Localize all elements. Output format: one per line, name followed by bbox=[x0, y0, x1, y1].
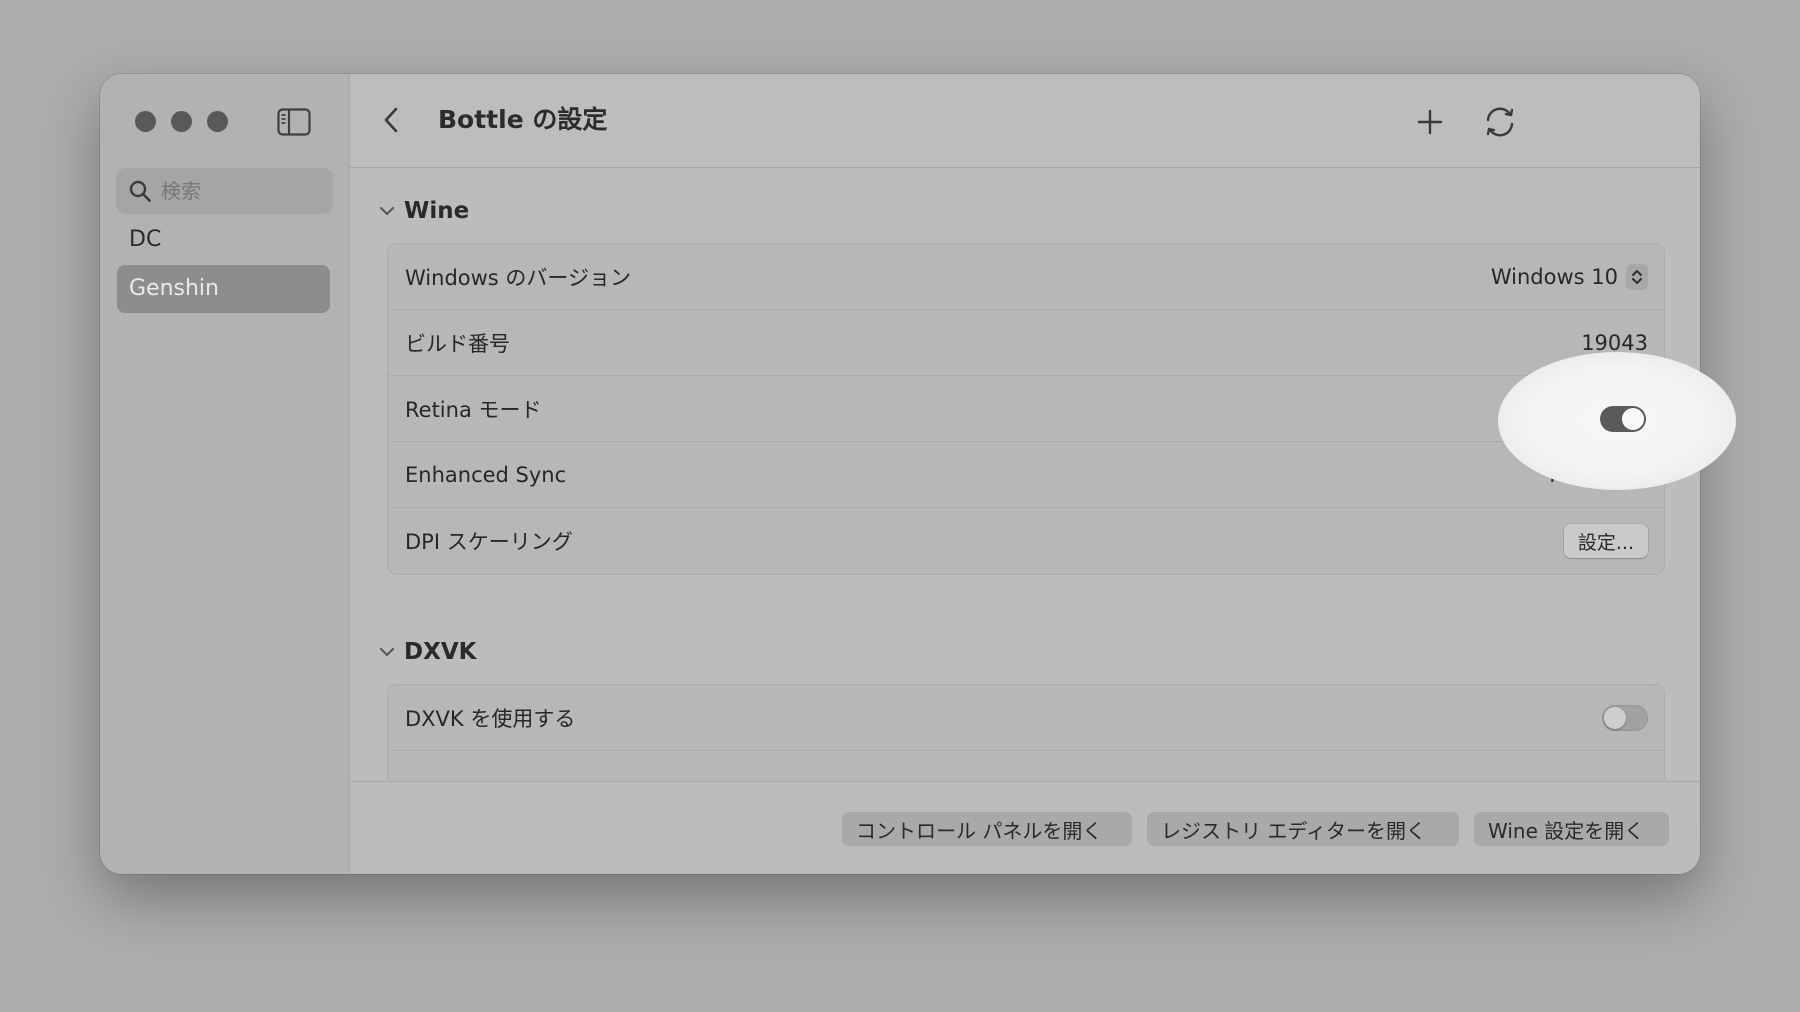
app-window: DC Genshin Bottle の設定 bbox=[100, 74, 1700, 874]
windows-version-popup[interactable]: Windows 10 bbox=[1490, 263, 1648, 290]
search-icon bbox=[125, 176, 155, 206]
enhanced-sync-popup[interactable]: MSync bbox=[1549, 461, 1648, 488]
sidebar-item-genshin[interactable]: Genshin bbox=[117, 265, 330, 313]
sidebar: DC Genshin bbox=[100, 74, 350, 874]
open-wine-config-button[interactable]: Wine 設定を開く bbox=[1474, 812, 1669, 846]
chevron-down-icon bbox=[378, 643, 396, 661]
toolbar: Bottle の設定 bbox=[350, 74, 1700, 168]
back-button[interactable] bbox=[372, 100, 412, 140]
build-number-value[interactable]: 19043 bbox=[1581, 331, 1648, 355]
dpi-scaling-row: DPI スケーリング 設定... bbox=[388, 508, 1664, 574]
zoom-window-button[interactable] bbox=[207, 111, 228, 132]
minimize-window-button[interactable] bbox=[171, 111, 192, 132]
use-dxvk-row: DXVK を使用する bbox=[388, 685, 1664, 751]
refresh-button[interactable] bbox=[1478, 100, 1522, 144]
sidebar-item-label: DC bbox=[129, 227, 162, 252]
wine-settings-group: Windows のバージョン Windows 10 ビルド番号 19043 Re… bbox=[387, 243, 1665, 575]
toggle-knob bbox=[1604, 706, 1626, 729]
enhanced-sync-label: Enhanced Sync bbox=[405, 462, 567, 487]
use-dxvk-label: DXVK を使用する bbox=[405, 706, 576, 731]
dxvk-section-title: DXVK bbox=[404, 639, 477, 665]
main-pane: Bottle の設定 Wine Windows のバージョン Windows 1… bbox=[350, 74, 1700, 874]
toggle-knob bbox=[1622, 408, 1644, 430]
sidebar-icon bbox=[277, 108, 311, 136]
build-number-row: ビルド番号 19043 bbox=[388, 310, 1664, 376]
windows-version-label: Windows のバージョン bbox=[405, 265, 631, 290]
dpi-settings-button[interactable]: 設定... bbox=[1563, 524, 1648, 558]
chevron-down-icon bbox=[378, 202, 396, 220]
window-controls bbox=[135, 111, 228, 132]
chevron-up-down-icon bbox=[1626, 263, 1648, 290]
footer-bar: コントロール パネルを開く レジストリ エディターを開く Wine 設定を開く bbox=[350, 781, 1700, 874]
open-registry-editor-button[interactable]: レジストリ エディターを開く bbox=[1147, 812, 1459, 846]
enhanced-sync-row: Enhanced Sync MSync bbox=[388, 442, 1664, 508]
sidebar-toggle-button[interactable] bbox=[274, 102, 314, 142]
dxvk-settings-group: DXVK を使用する bbox=[387, 684, 1665, 780]
search-field[interactable] bbox=[116, 168, 333, 214]
retina-mode-toggle-highlighted[interactable] bbox=[1600, 406, 1646, 432]
open-control-panel-button[interactable]: コントロール パネルを開く bbox=[842, 812, 1132, 846]
build-number-label: ビルド番号 bbox=[405, 331, 510, 356]
enhanced-sync-value: MSync bbox=[1549, 462, 1618, 487]
wine-section-title: Wine bbox=[404, 198, 470, 224]
refresh-icon bbox=[1486, 107, 1514, 137]
retina-mode-label: Retina モード bbox=[405, 397, 542, 422]
settings-content: Wine Windows のバージョン Windows 10 ビルド番号 190… bbox=[350, 168, 1700, 780]
page-title: Bottle の設定 bbox=[438, 105, 608, 134]
use-dxvk-toggle[interactable] bbox=[1602, 704, 1648, 731]
close-window-button[interactable] bbox=[135, 111, 156, 132]
chevron-up-down-icon bbox=[1626, 461, 1648, 488]
sidebar-item-label: Genshin bbox=[129, 276, 219, 301]
wine-section-header[interactable]: Wine bbox=[378, 193, 469, 229]
chevron-left-icon bbox=[384, 107, 398, 133]
windows-version-value: Windows 10 bbox=[1490, 264, 1618, 289]
retina-mode-row: Retina モード bbox=[388, 376, 1664, 442]
dpi-scaling-label: DPI スケーリング bbox=[405, 530, 573, 554]
add-button[interactable] bbox=[1408, 100, 1452, 144]
windows-version-row: Windows のバージョン Windows 10 bbox=[388, 244, 1664, 310]
plus-icon bbox=[1417, 109, 1443, 135]
sidebar-item-dc[interactable]: DC bbox=[117, 216, 330, 264]
dxvk-section-header[interactable]: DXVK bbox=[378, 634, 476, 670]
search-input[interactable] bbox=[161, 179, 321, 203]
